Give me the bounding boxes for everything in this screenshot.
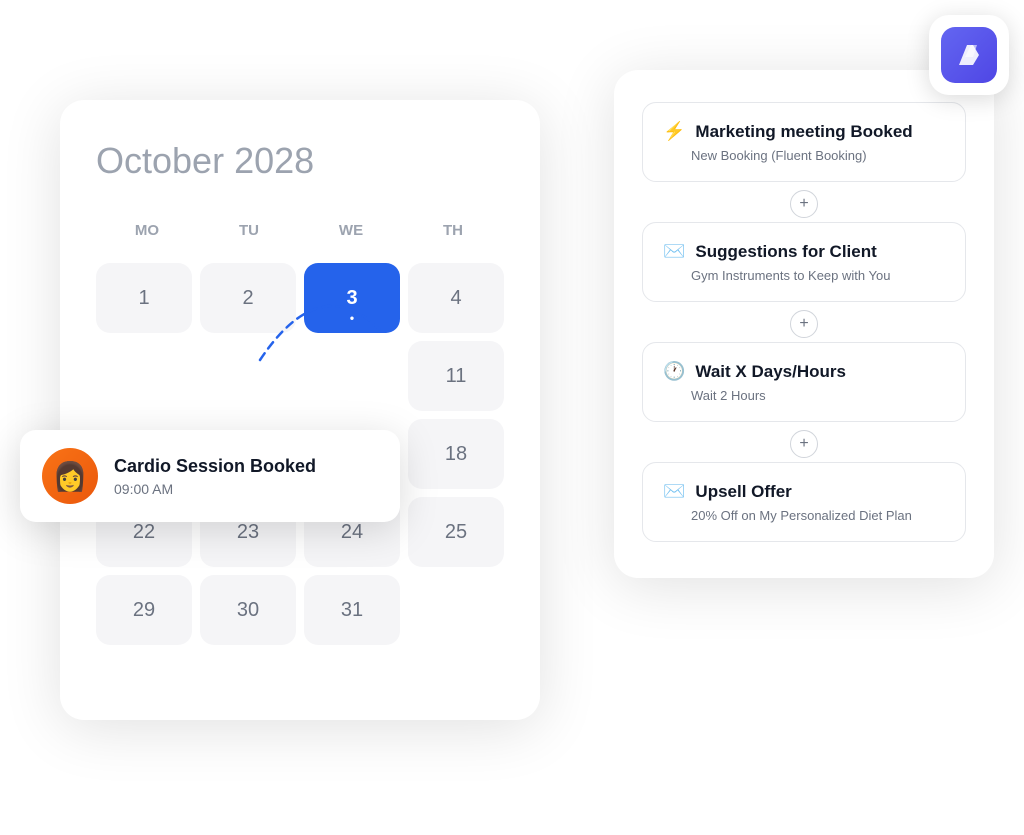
workflow-step-3-title: Wait X Days/Hours: [695, 362, 846, 382]
calendar-day-1[interactable]: 1: [96, 263, 192, 333]
workflow-step-1[interactable]: ⚡ Marketing meeting Booked New Booking (…: [642, 102, 966, 182]
calendar-header: MO TU WE TH: [96, 214, 504, 247]
workflow-step-1-title: Marketing meeting Booked: [695, 122, 912, 142]
workflow-step-4-header: ✉️ Upsell Offer: [663, 481, 945, 502]
calendar-day-29[interactable]: 29: [96, 575, 192, 645]
day-header-we: WE: [300, 214, 402, 247]
workflow-card: ⚡ Marketing meeting Booked New Booking (…: [614, 70, 994, 578]
booking-title: Cardio Session Booked: [114, 456, 378, 477]
calendar-day-30[interactable]: 30: [200, 575, 296, 645]
workflow-step-1-header: ⚡ Marketing meeting Booked: [663, 121, 945, 142]
calendar-day-empty1: [96, 341, 192, 411]
add-step-button-2[interactable]: +: [790, 310, 818, 338]
calendar-day-11[interactable]: 11: [408, 341, 504, 411]
workflow-step-4-subtitle: 20% Off on My Personalized Diet Plan: [663, 508, 945, 523]
calendar-day-empty2: [200, 341, 296, 411]
scene: October 2028 MO TU WE TH 1 2 3 4 1: [0, 0, 1024, 835]
calendar-row-1: 1 2 3 4: [96, 263, 504, 333]
calendar-title: October 2028: [96, 140, 504, 182]
workflow-step-4[interactable]: ✉️ Upsell Offer 20% Off on My Personaliz…: [642, 462, 966, 542]
avatar: 👩: [42, 448, 98, 504]
add-step-button-1[interactable]: +: [790, 190, 818, 218]
logo-icon: [941, 27, 997, 83]
calendar-day-4[interactable]: 4: [408, 263, 504, 333]
workflow-step-2-title: Suggestions for Client: [695, 242, 876, 262]
email-icon-2: ✉️: [663, 481, 685, 502]
calendar-day-25[interactable]: 25: [408, 497, 504, 567]
lightning-icon: ⚡: [663, 121, 685, 142]
calendar-day-2[interactable]: 2: [200, 263, 296, 333]
workflow-step-2-subtitle: Gym Instruments to Keep with You: [663, 268, 945, 283]
workflow-connector-3: +: [642, 426, 966, 462]
calendar-day-3[interactable]: 3: [304, 263, 400, 333]
day-header-tu: TU: [198, 214, 300, 247]
add-step-button-3[interactable]: +: [790, 430, 818, 458]
logo-badge: [929, 15, 1009, 95]
clock-icon: 🕐: [663, 361, 685, 382]
calendar-card: October 2028 MO TU WE TH 1 2 3 4 1: [60, 100, 540, 720]
workflow-step-3[interactable]: 🕐 Wait X Days/Hours Wait 2 Hours: [642, 342, 966, 422]
workflow-step-1-subtitle: New Booking (Fluent Booking): [663, 148, 945, 163]
email-icon-1: ✉️: [663, 241, 685, 262]
calendar-row-5: 29 30 31: [96, 575, 504, 645]
workflow-connector-2: +: [642, 306, 966, 342]
calendar-year: 2028: [234, 140, 314, 181]
calendar-day-empty7: [408, 575, 504, 645]
calendar-day-31[interactable]: 31: [304, 575, 400, 645]
calendar-row-2: 11: [96, 341, 504, 411]
calendar-day-18[interactable]: 18: [408, 419, 504, 489]
booking-time: 09:00 AM: [114, 481, 378, 497]
booking-info: Cardio Session Booked 09:00 AM: [114, 456, 378, 497]
workflow-step-2[interactable]: ✉️ Suggestions for Client Gym Instrument…: [642, 222, 966, 302]
fluent-logo-svg: [951, 37, 987, 73]
workflow-step-2-header: ✉️ Suggestions for Client: [663, 241, 945, 262]
booking-card: 👩 Cardio Session Booked 09:00 AM: [20, 430, 400, 522]
calendar-day-empty3: [304, 341, 400, 411]
day-header-mo: MO: [96, 214, 198, 247]
day-header-th: TH: [402, 214, 504, 247]
workflow-step-3-subtitle: Wait 2 Hours: [663, 388, 945, 403]
workflow-connector-1: +: [642, 186, 966, 222]
workflow-step-4-title: Upsell Offer: [695, 482, 791, 502]
workflow-step-3-header: 🕐 Wait X Days/Hours: [663, 361, 945, 382]
calendar-month: October: [96, 140, 224, 181]
